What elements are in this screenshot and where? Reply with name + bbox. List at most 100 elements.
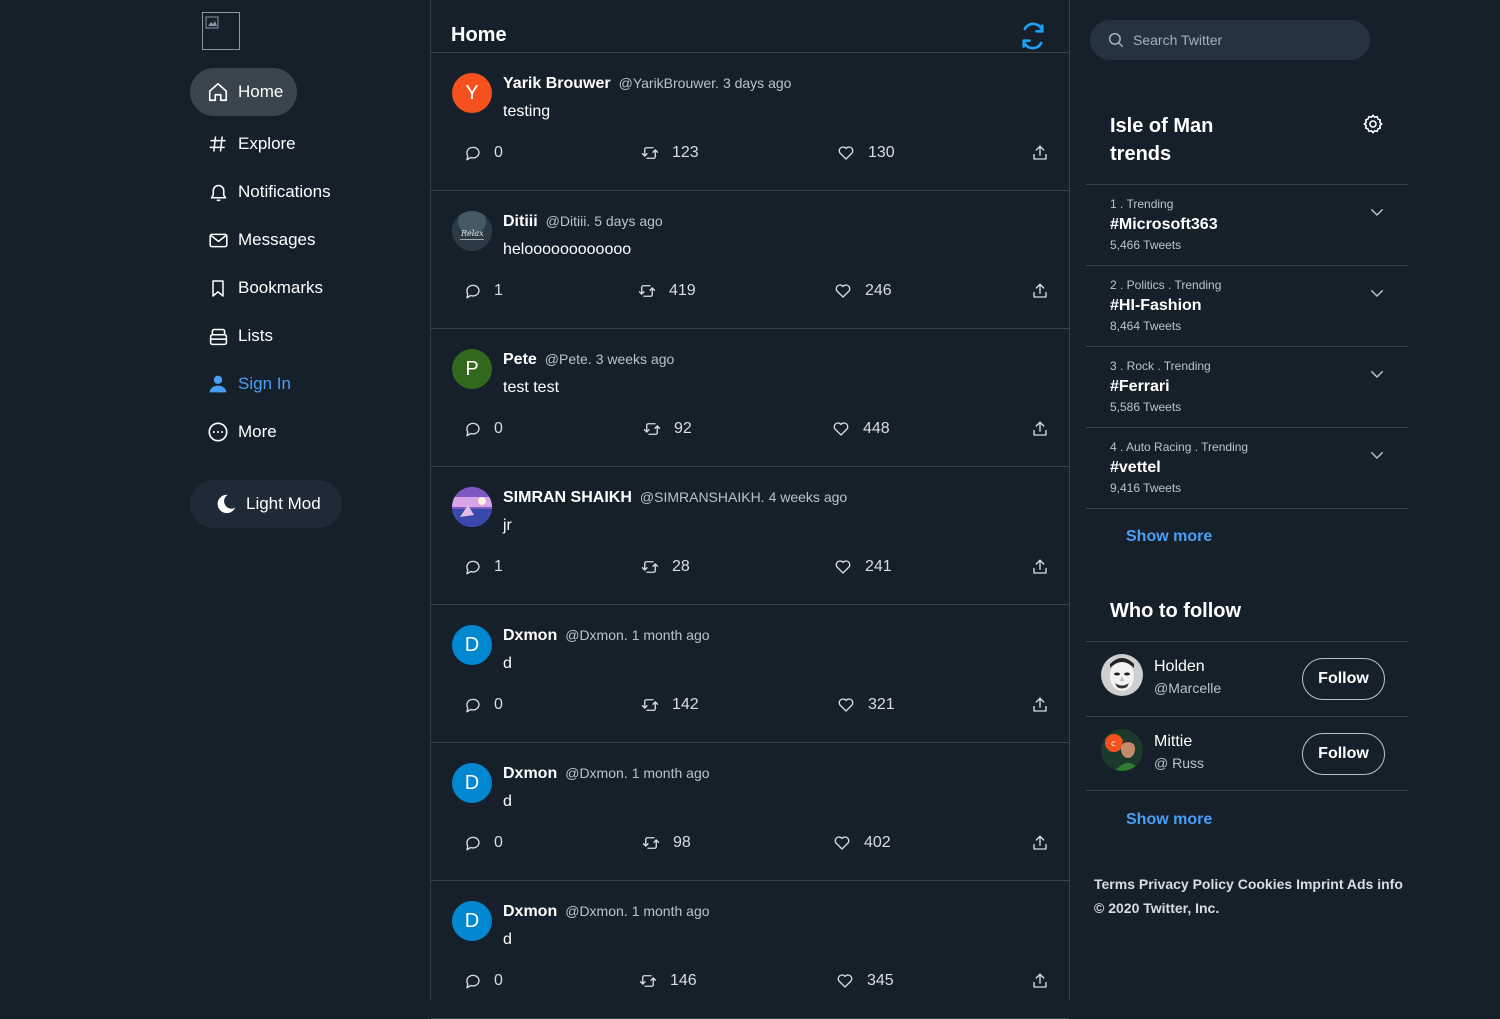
- tweet-time: 3 days ago: [722, 75, 792, 91]
- nav-bookmarks[interactable]: Bookmarks: [190, 264, 339, 312]
- avatar[interactable]: c: [1101, 729, 1143, 771]
- share-button[interactable]: [1031, 420, 1061, 438]
- follow-handle: @ Russ: [1154, 755, 1204, 771]
- who-to-follow-title: Who to follow: [1110, 600, 1242, 622]
- like-button[interactable]: 246: [833, 282, 892, 300]
- reply-button[interactable]: 0: [464, 972, 503, 990]
- retweet-button[interactable]: 28: [640, 558, 690, 576]
- tweet-text: jr: [503, 517, 512, 534]
- light-mode-label: Light Mod: [246, 494, 321, 513]
- nav-sign-in[interactable]: Sign In: [190, 360, 307, 408]
- search-box[interactable]: [1090, 20, 1370, 60]
- avatar[interactable]: P: [452, 349, 492, 389]
- like-count: 241: [865, 558, 892, 575]
- follow-suggestion[interactable]: c Mittie @ Russ Follow: [1086, 716, 1408, 791]
- like-button[interactable]: 241: [833, 558, 892, 576]
- tweet-author[interactable]: Dxmon: [503, 903, 557, 921]
- search-input[interactable]: [1131, 31, 1355, 49]
- retweet-button[interactable]: 419: [637, 282, 696, 300]
- reply-button[interactable]: 0: [464, 144, 503, 162]
- tweet-author[interactable]: Dxmon: [503, 627, 557, 645]
- retweet-button[interactable]: 92: [642, 420, 692, 438]
- like-button[interactable]: 448: [831, 420, 890, 438]
- share-button[interactable]: [1031, 282, 1061, 300]
- like-button[interactable]: 402: [832, 834, 891, 852]
- trend-item[interactable]: 2 . Politics . Trending #HI-Fashion 8,464 …: [1086, 265, 1408, 346]
- nav-explore[interactable]: Explore: [190, 120, 312, 168]
- tweet-author[interactable]: Dxmon: [503, 765, 557, 783]
- tweet[interactable]: D Dxmon @Dxmon. 1 month ago d 0 146 345: [431, 881, 1069, 1019]
- footer-links[interactable]: Terms Privacy Policy Cookies Imprint Ads…: [1094, 876, 1403, 892]
- light-mode-button[interactable]: Light Mod: [190, 480, 342, 528]
- tweet[interactable]: Y Yarik Brouwer @YarikBrouwer. 3 days ago te…: [431, 53, 1069, 191]
- moon-icon: [215, 493, 237, 515]
- retweet-button[interactable]: 146: [638, 972, 697, 990]
- trend-tag[interactable]: #Ferrari: [1110, 378, 1170, 396]
- reply-button[interactable]: 0: [464, 834, 503, 852]
- refresh-icon[interactable]: [1019, 22, 1047, 50]
- nav-messages[interactable]: Messages: [190, 216, 331, 264]
- avatar[interactable]: D: [452, 763, 492, 803]
- trend-tag[interactable]: #HI-Fashion: [1110, 297, 1202, 315]
- tweet[interactable]: P Pete @Pete. 3 weeks ago test test 0 92 448: [431, 329, 1069, 467]
- share-button[interactable]: [1031, 144, 1061, 162]
- follow-show-more-link[interactable]: Show more: [1126, 811, 1212, 829]
- share-button[interactable]: [1031, 834, 1061, 852]
- reply-button[interactable]: 1: [464, 558, 503, 576]
- trend-item[interactable]: 1 . Trending #Microsoft363 5,466 Tweets: [1086, 184, 1408, 265]
- retweet-button[interactable]: 142: [640, 696, 699, 714]
- trend-tag[interactable]: #vettel: [1110, 459, 1161, 477]
- avatar[interactable]: [1101, 654, 1143, 696]
- tweet-author[interactable]: Ditiii: [503, 213, 538, 231]
- trend-meta: 2 . Politics . Trending: [1110, 278, 1222, 292]
- follow-button[interactable]: Follow: [1302, 658, 1385, 700]
- tweet[interactable]: D Dxmon @Dxmon. 1 month ago d 0 98 402: [431, 743, 1069, 881]
- broken-image-icon[interactable]: [202, 12, 240, 50]
- follow-name[interactable]: Mittie: [1154, 733, 1192, 751]
- follow-button[interactable]: Follow: [1302, 733, 1385, 775]
- tweet-author[interactable]: Pete: [503, 351, 537, 369]
- retweet-button[interactable]: 98: [641, 834, 691, 852]
- share-button[interactable]: [1031, 558, 1061, 576]
- avatar-initial: P: [465, 357, 479, 380]
- chevron-down-icon[interactable]: [1368, 365, 1386, 383]
- left-sidebar: Home Explore Notifications Messages Book…: [0, 0, 430, 1000]
- reply-button[interactable]: 0: [464, 420, 503, 438]
- nav-notifications[interactable]: Notifications: [190, 168, 347, 216]
- tweet-handle: @Dxmon.: [565, 765, 628, 781]
- tweet[interactable]: Relax Ditiii @Ditiii. 5 days ago heloooooooo…: [431, 191, 1069, 329]
- trend-item[interactable]: 3 . Rock . Trending #Ferrari 5,586 Tweets: [1086, 346, 1408, 427]
- share-icon: [1031, 972, 1049, 990]
- nav-more[interactable]: More: [190, 408, 293, 456]
- nav-home[interactable]: Home: [190, 68, 297, 116]
- like-button[interactable]: 345: [835, 972, 894, 990]
- retweet-icon: [640, 558, 660, 576]
- reply-button[interactable]: 1: [464, 282, 503, 300]
- share-button[interactable]: [1031, 972, 1061, 990]
- reply-button[interactable]: 0: [464, 696, 503, 714]
- avatar[interactable]: [452, 487, 492, 527]
- tweet-author[interactable]: SIMRAN SHAIKH: [503, 489, 632, 507]
- tweet[interactable]: D Dxmon @Dxmon. 1 month ago d 0 142 321: [431, 605, 1069, 743]
- share-button[interactable]: [1031, 696, 1061, 714]
- follow-suggestion[interactable]: Holden @Marcelle Follow: [1086, 641, 1408, 716]
- tweet[interactable]: SIMRAN SHAIKH @SIMRANSHAIKH. 4 weeks ago jr…: [431, 467, 1069, 605]
- avatar[interactable]: D: [452, 901, 492, 941]
- avatar[interactable]: D: [452, 625, 492, 665]
- gear-icon[interactable]: [1362, 113, 1384, 135]
- like-button[interactable]: 130: [836, 144, 895, 162]
- follow-name[interactable]: Holden: [1154, 658, 1205, 676]
- avatar[interactable]: Y: [452, 73, 492, 113]
- chevron-down-icon[interactable]: [1368, 284, 1386, 302]
- like-button[interactable]: 321: [836, 696, 895, 714]
- trend-item[interactable]: 4 . Auto Racing . Trending #vettel 9,416 T…: [1086, 427, 1408, 508]
- chevron-down-icon[interactable]: [1368, 446, 1386, 464]
- avatar[interactable]: Relax: [452, 211, 492, 251]
- nav-lists[interactable]: Lists: [190, 312, 289, 360]
- trends-show-more-link[interactable]: Show more: [1126, 528, 1212, 546]
- retweet-button[interactable]: 123: [640, 144, 699, 162]
- trend-tag[interactable]: #Microsoft363: [1110, 216, 1218, 234]
- chevron-down-icon[interactable]: [1368, 203, 1386, 221]
- like-count: 246: [865, 282, 892, 299]
- tweet-author[interactable]: Yarik Brouwer: [503, 75, 611, 93]
